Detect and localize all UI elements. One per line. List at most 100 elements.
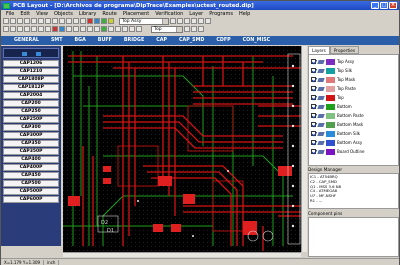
check-icon[interactable]	[108, 26, 114, 32]
layer-color-swatch[interactable]	[326, 139, 335, 146]
layer-visible-checkbox[interactable]	[311, 77, 316, 82]
tab-bga[interactable]: BGA	[69, 38, 92, 43]
autoroute-icon[interactable]	[87, 26, 93, 32]
layer-visible-checkbox[interactable]	[311, 131, 316, 136]
net-icon[interactable]	[80, 26, 86, 32]
new-icon[interactable]	[3, 18, 9, 24]
line-icon[interactable]	[17, 26, 23, 32]
component-item[interactable]: CAP1812P	[3, 84, 59, 91]
maximize-button[interactable]: □	[380, 2, 388, 9]
bus-icon[interactable]	[73, 26, 79, 32]
design-manager-item[interactable]: R1 - ...	[310, 198, 397, 204]
tab-bridge[interactable]: BRIDGE	[119, 38, 151, 43]
circle-icon[interactable]	[31, 26, 37, 32]
pcb-canvas[interactable]: D2 D1	[63, 46, 301, 252]
menu-edit[interactable]: Edit	[17, 11, 33, 17]
component-item[interactable]: CAP450	[3, 172, 59, 179]
via-icon[interactable]	[94, 18, 100, 24]
layer-visible-checkbox[interactable]	[311, 59, 316, 64]
layer-color-swatch[interactable]	[326, 121, 335, 128]
layer-visible-checkbox[interactable]	[311, 86, 316, 91]
layer-stack-icon[interactable]	[136, 26, 142, 32]
menu-library[interactable]: Library	[76, 11, 99, 17]
view-3d-icon[interactable]	[184, 26, 190, 32]
component-item[interactable]: CAP1808P	[3, 76, 59, 83]
route-icon[interactable]	[87, 18, 93, 24]
layer-color-swatch[interactable]	[326, 85, 335, 92]
component-item[interactable]: CAP300	[3, 124, 59, 131]
arc-icon[interactable]	[38, 26, 44, 32]
layer-color-swatch[interactable]	[326, 94, 335, 101]
layer-row[interactable]: Bottom Silk	[311, 129, 396, 138]
menu-objects[interactable]: Objects	[51, 11, 76, 17]
group-icon[interactable]	[122, 26, 128, 32]
layer-visible-checkbox[interactable]	[311, 149, 316, 154]
polygon-icon[interactable]	[45, 26, 51, 32]
layer-row[interactable]: Board Outline	[311, 147, 396, 156]
copper-pour-icon[interactable]	[101, 18, 107, 24]
ungroup-icon[interactable]	[129, 26, 135, 32]
layer-row[interactable]: Bottom Mask	[311, 120, 396, 129]
layer-row[interactable]: Top Silk	[311, 66, 396, 75]
zoom-out-icon[interactable]	[52, 18, 58, 24]
fill-icon[interactable]	[101, 26, 107, 32]
menu-view[interactable]: View	[33, 11, 51, 17]
menu-placement[interactable]: Placement	[120, 11, 152, 17]
layer-visible-checkbox[interactable]	[311, 140, 316, 145]
layer-visible-checkbox[interactable]	[311, 113, 316, 118]
layer-row[interactable]: Top Paste	[311, 84, 396, 93]
redo-icon[interactable]	[38, 18, 44, 24]
canvas-horizontal-scrollbar[interactable]	[63, 252, 301, 257]
flip-icon[interactable]	[205, 18, 211, 24]
canvas-vertical-scrollbar[interactable]	[301, 46, 307, 252]
open-icon[interactable]	[10, 18, 16, 24]
tab-buff[interactable]: BUFF	[93, 38, 119, 43]
layer-color-swatch[interactable]	[326, 103, 335, 110]
active-layer-select[interactable]: Top	[151, 25, 183, 33]
layer-row[interactable]: Bottom Paste	[311, 111, 396, 120]
tab-smt[interactable]: SMT	[46, 38, 70, 43]
menu-verification[interactable]: Verification	[152, 11, 186, 17]
component-item[interactable]: CAP400P	[3, 164, 59, 171]
component-item[interactable]: CAP250	[3, 108, 59, 115]
zoom-in-icon[interactable]	[45, 18, 51, 24]
menu-help[interactable]: Help	[236, 11, 253, 17]
dimension-icon[interactable]	[66, 26, 72, 32]
component-item[interactable]: CAP200	[3, 100, 59, 107]
tab-general[interactable]: GENERAL	[9, 38, 46, 43]
settings-icon[interactable]	[191, 26, 197, 32]
paste-icon[interactable]	[80, 18, 86, 24]
align-icon[interactable]	[198, 18, 204, 24]
component-item[interactable]: CAP350	[3, 140, 59, 147]
tab-con-misc[interactable]: CON_MISC	[238, 38, 278, 43]
layer-row[interactable]: Bottom Assy	[311, 138, 396, 147]
layer-row[interactable]: Top Assy	[311, 57, 396, 66]
drc-icon[interactable]	[170, 18, 176, 24]
component-item[interactable]: CAP600P	[3, 196, 59, 203]
print-icon[interactable]	[24, 18, 30, 24]
grid-icon[interactable]	[59, 18, 65, 24]
layer-row[interactable]: Top	[311, 93, 396, 102]
tab-cap-smd[interactable]: CAP_SMD	[174, 38, 211, 43]
component-item[interactable]: CAP350P	[3, 148, 59, 155]
hole-icon[interactable]	[59, 26, 65, 32]
menu-route[interactable]: Route	[99, 11, 120, 17]
layer-color-swatch[interactable]	[326, 67, 335, 74]
cut-icon[interactable]	[66, 18, 72, 24]
layer-visible-checkbox[interactable]	[311, 68, 316, 73]
copy-icon[interactable]	[73, 18, 79, 24]
tab-cap[interactable]: CAP	[151, 38, 174, 43]
component-item[interactable]: CAP2004	[3, 92, 59, 99]
rect-icon[interactable]	[24, 26, 30, 32]
save-icon[interactable]	[17, 18, 23, 24]
tab-layers[interactable]: Layers	[308, 46, 330, 54]
pad-icon[interactable]	[52, 26, 58, 32]
component-pins-list[interactable]	[308, 217, 399, 257]
component-item[interactable]: CAP300P	[3, 132, 59, 139]
menu-layer[interactable]: Layer	[186, 11, 206, 17]
measure-icon[interactable]	[177, 18, 183, 24]
layer-color-swatch[interactable]	[326, 76, 335, 83]
layer-select[interactable]: Top Assy	[119, 17, 169, 25]
undo-icon[interactable]	[31, 18, 37, 24]
minimize-button[interactable]: _	[371, 2, 379, 9]
